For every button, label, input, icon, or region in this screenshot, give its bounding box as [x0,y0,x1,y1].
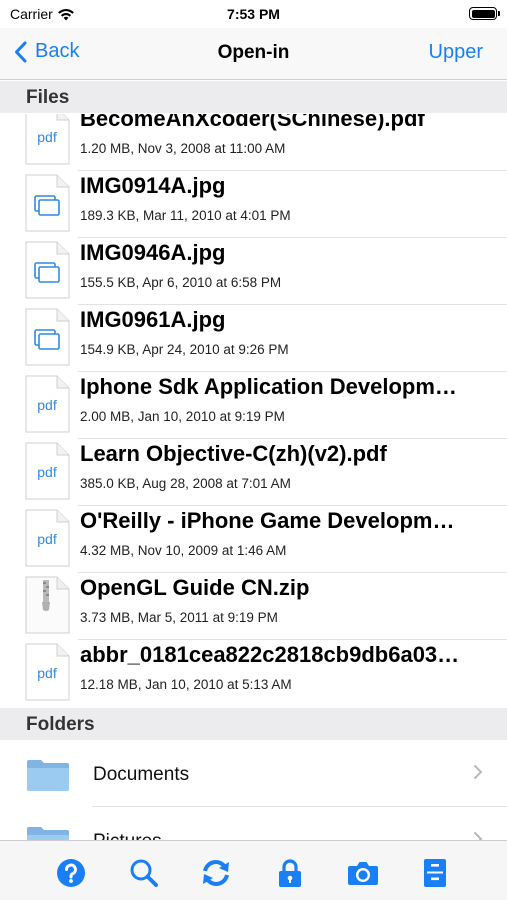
image-file-icon [25,308,70,366]
cabinet-button[interactable] [419,857,451,889]
folder-name: Documents [93,764,190,785]
file-meta: 3.73 MB, Mar 5, 2011 at 9:19 PM [80,610,278,625]
file-meta: 385.0 KB, Aug 28, 2008 at 7:01 AM [80,476,291,491]
camera-icon [348,862,378,885]
file-meta: 2.00 MB, Jan 10, 2010 at 9:19 PM [80,409,285,424]
folders-section-header: Folders [0,708,507,740]
file-row[interactable]: pdf BecomeAnXcoder(SChinese).pdf 1.20 MB… [0,114,507,171]
file-row[interactable]: IMG0946A.jpg 155.5 KB, Apr 6, 2010 at 6:… [0,237,507,305]
cabinet-icon [424,859,446,887]
pdf-icon-label: pdf [37,531,57,547]
pdf-file-icon: pdf [25,442,70,500]
file-row[interactable]: OpenGL Guide CN.zip 3.73 MB, Mar 5, 2011… [0,572,507,640]
file-meta: 154.9 KB, Apr 24, 2010 at 9:26 PM [80,342,289,357]
file-meta: 12.18 MB, Jan 10, 2010 at 5:13 AM [80,677,292,692]
files-section-header: Files [0,81,507,113]
clock: 7:53 PM [227,6,280,22]
help-button[interactable] [55,857,87,889]
file-name: OpenGL Guide CN.zip [80,575,310,600]
file-list[interactable]: pdf BecomeAnXcoder(SChinese).pdf 1.20 MB… [0,114,507,706]
lock-icon [279,859,301,887]
pdf-file-icon: pdf [25,114,70,165]
pdf-icon-label: pdf [37,129,57,145]
sync-icon [203,860,229,886]
file-meta: 4.32 MB, Nov 10, 2009 at 1:46 AM [80,543,287,558]
camera-button[interactable] [347,857,379,889]
folder-icon [27,827,69,840]
file-row[interactable]: pdf Iphone Sdk Application Developm… 2.0… [0,371,507,439]
file-meta: 1.20 MB, Nov 3, 2008 at 11:00 AM [80,141,286,156]
pdf-icon-label: pdf [37,665,57,681]
file-name: Learn Objective-C(zh)(v2).pdf [80,441,387,466]
file-row[interactable]: pdf O'Reilly - iPhone Game Developm… 4.3… [0,505,507,573]
pdf-file-icon: pdf [25,643,70,701]
battery-icon [469,7,500,20]
status-bar: Carrier 7:53 PM [0,0,507,28]
file-name: IMG0914A.jpg [80,173,226,198]
file-meta: 155.5 KB, Apr 6, 2010 at 6:58 PM [80,275,282,290]
file-name: abbr_0181cea822c2818cb9db6a03… [80,642,460,667]
file-name: IMG0961A.jpg [80,307,226,332]
file-row[interactable]: pdf Learn Objective-C(zh)(v2).pdf 385.0 … [0,438,507,506]
image-file-icon [25,241,70,299]
zip-file-icon [25,576,70,634]
file-row[interactable]: IMG0914A.jpg 189.3 KB, Mar 11, 2010 at 4… [0,170,507,238]
chevron-right-icon [474,832,483,840]
navigation-bar: Back Open-in Upper [0,28,507,80]
pdf-icon-label: pdf [37,397,57,413]
chevron-right-icon [474,765,483,779]
search-icon [130,859,158,887]
folder-name: Pictures [93,831,162,840]
help-icon [57,859,85,887]
bottom-toolbar [0,840,507,900]
lock-button[interactable] [274,857,306,889]
image-file-icon [25,174,70,232]
file-meta: 189.3 KB, Mar 11, 2010 at 4:01 PM [80,208,291,223]
file-row[interactable]: IMG0961A.jpg 154.9 KB, Apr 24, 2010 at 9… [0,304,507,372]
upper-button[interactable]: Upper [429,41,483,64]
search-button[interactable] [128,857,160,889]
pdf-file-icon: pdf [25,375,70,433]
pdf-icon-label: pdf [37,464,57,480]
file-row[interactable]: pdf abbr_0181cea822c2818cb9db6a03… 12.18… [0,639,507,706]
file-name: BecomeAnXcoder(SChinese).pdf [80,114,425,131]
folder-icon [27,760,69,791]
file-name: O'Reilly - iPhone Game Developm… [80,508,455,533]
file-name: Iphone Sdk Application Developm… [80,374,457,399]
folder-row[interactable]: Documents [0,740,507,807]
file-name: IMG0946A.jpg [80,240,226,265]
sync-button[interactable] [200,857,232,889]
pdf-file-icon: pdf [25,509,70,567]
folder-row[interactable]: Pictures [0,807,507,840]
folder-list[interactable]: Documents Pictures [0,740,507,840]
